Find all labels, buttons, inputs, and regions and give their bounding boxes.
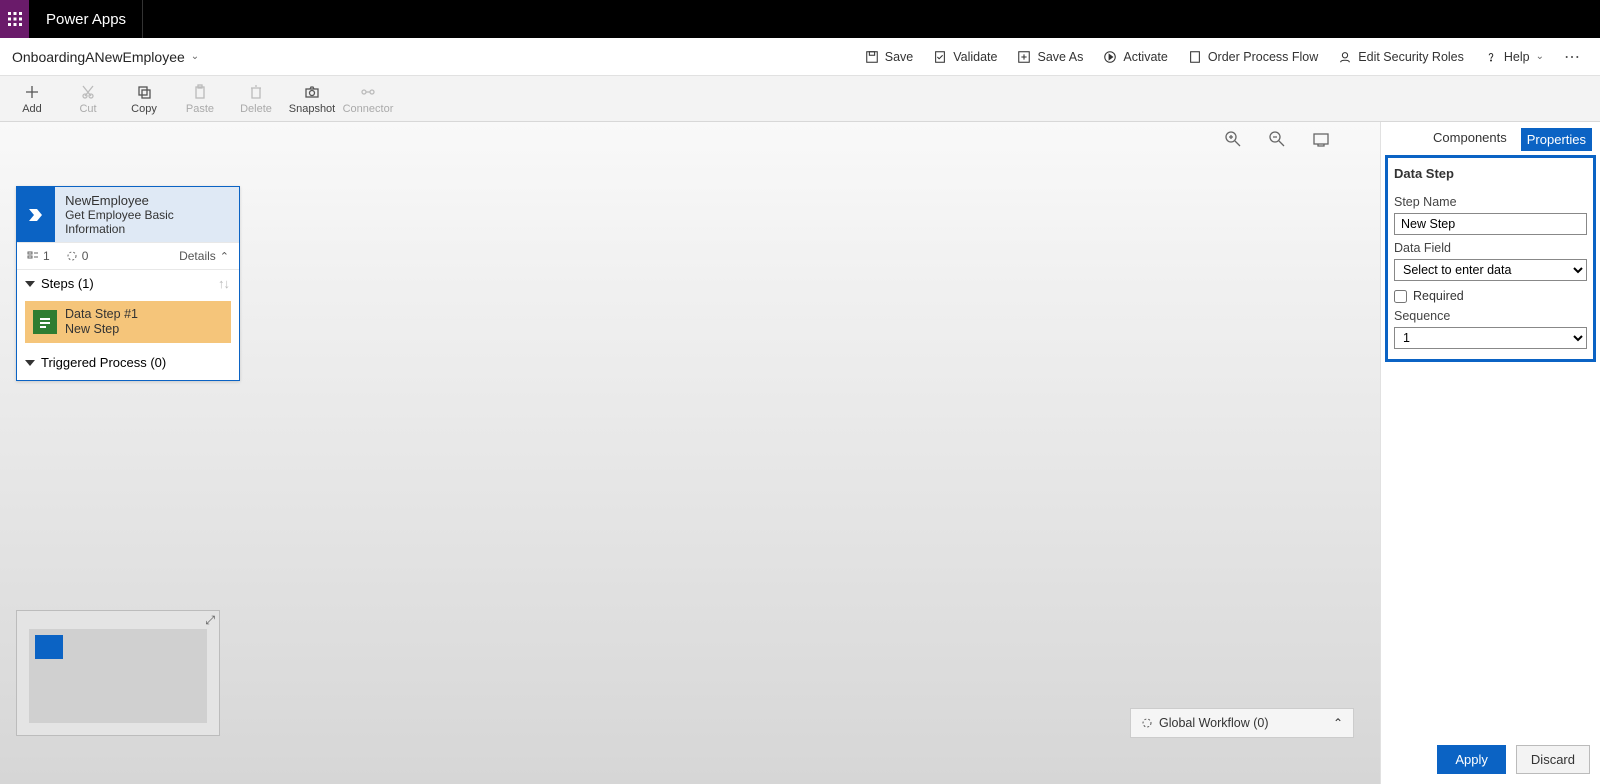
- activate-button[interactable]: Activate: [1093, 46, 1177, 68]
- right-panel: Components Properties Data Step Step Nam…: [1380, 122, 1600, 784]
- order-process-flow-button[interactable]: Order Process Flow: [1178, 46, 1328, 68]
- step-name-label: Step Name: [1394, 195, 1587, 209]
- minimap-stage-icon: [35, 635, 63, 659]
- command-bar: OnboardingANewEmployee ⌄ Save Validate S…: [0, 38, 1600, 76]
- panel-section-title: Data Step: [1394, 162, 1587, 189]
- step-title: Data Step #1: [65, 307, 138, 322]
- sequence-select[interactable]: 1: [1394, 327, 1587, 349]
- paste-button[interactable]: Paste: [172, 83, 228, 115]
- stage-chevron-icon: [17, 187, 55, 242]
- ribbon: Add Cut Copy Paste Delete Snapshot Conne…: [0, 76, 1600, 122]
- stage-header[interactable]: NewEmployee Get Employee Basic Informati…: [17, 187, 239, 242]
- minimap[interactable]: ⤢: [16, 610, 220, 736]
- step-reorder-arrows[interactable]: ↑↓: [218, 276, 229, 291]
- edit-security-roles-button[interactable]: Edit Security Roles: [1328, 46, 1474, 68]
- snapshot-button[interactable]: Snapshot: [284, 83, 340, 115]
- stage-details-toggle[interactable]: Details ⌃: [179, 249, 229, 263]
- zoom-in-icon[interactable]: [1224, 130, 1242, 148]
- app-launcher-icon[interactable]: [0, 0, 30, 38]
- tab-components[interactable]: Components: [1429, 128, 1511, 151]
- data-step-item[interactable]: Data Step #1 New Step: [25, 301, 231, 343]
- expand-triangle-icon: [25, 281, 35, 287]
- required-checkbox[interactable]: [1394, 290, 1407, 303]
- flow-name-label: OnboardingANewEmployee: [12, 49, 185, 65]
- stage-card[interactable]: NewEmployee Get Employee Basic Informati…: [16, 186, 240, 381]
- chevron-down-icon: ⌄: [1536, 51, 1544, 62]
- step-subtitle: New Step: [65, 322, 138, 337]
- expand-triangle-icon: [25, 360, 35, 366]
- stage-subtitle: Get Employee Basic Information: [65, 208, 229, 236]
- data-step-icon: [33, 310, 57, 334]
- stage-meta-row: 1 0 Details ⌃: [17, 242, 239, 269]
- steps-section-header[interactable]: Steps (1) ↑↓: [17, 269, 239, 297]
- required-checkbox-row[interactable]: Required: [1394, 289, 1587, 303]
- data-field-select[interactable]: Select to enter data: [1394, 259, 1587, 281]
- more-commands-button[interactable]: ⋯: [1554, 47, 1592, 67]
- titlebar: Power Apps: [0, 0, 1600, 38]
- properties-panel-body: Data Step Step Name Data Field Select to…: [1385, 155, 1596, 362]
- stage-process-count: 0: [66, 249, 89, 263]
- save-as-button[interactable]: Save As: [1007, 46, 1093, 68]
- copy-button[interactable]: Copy: [116, 83, 172, 115]
- chevron-down-icon: ⌄: [191, 51, 199, 62]
- triggered-process-section[interactable]: Triggered Process (0): [17, 347, 239, 380]
- global-workflow-bar[interactable]: Global Workflow (0) ⌃: [1130, 708, 1354, 738]
- stage-title-box: NewEmployee Get Employee Basic Informati…: [55, 187, 239, 242]
- canvas-zoom-tools: [1224, 130, 1330, 148]
- connector-button[interactable]: Connector: [340, 83, 396, 115]
- save-button[interactable]: Save: [855, 46, 924, 68]
- workflow-icon: [1141, 717, 1153, 729]
- canvas[interactable]: NewEmployee Get Employee Basic Informati…: [0, 122, 1600, 784]
- zoom-out-icon[interactable]: [1268, 130, 1286, 148]
- stage-step-count: 1: [27, 249, 50, 263]
- validate-button[interactable]: Validate: [923, 46, 1007, 68]
- chevron-up-icon: ⌃: [220, 250, 229, 263]
- panel-footer: Apply Discard: [1381, 735, 1600, 784]
- data-field-label: Data Field: [1394, 241, 1587, 255]
- step-name-input[interactable]: [1394, 213, 1587, 235]
- panel-tabs: Components Properties: [1381, 122, 1600, 155]
- help-button[interactable]: Help⌄: [1474, 46, 1554, 68]
- minimap-expand-icon[interactable]: ⤢: [205, 613, 215, 628]
- add-button[interactable]: Add: [4, 83, 60, 115]
- cut-button[interactable]: Cut: [60, 83, 116, 115]
- apply-button[interactable]: Apply: [1437, 745, 1506, 774]
- stage-title: NewEmployee: [65, 193, 229, 208]
- fit-screen-icon[interactable]: [1312, 130, 1330, 148]
- sequence-label: Sequence: [1394, 309, 1587, 323]
- chevron-up-icon[interactable]: ⌃: [1333, 716, 1343, 730]
- app-title: Power Apps: [30, 0, 143, 38]
- tab-properties[interactable]: Properties: [1521, 128, 1592, 151]
- flow-name-dropdown[interactable]: OnboardingANewEmployee ⌄: [8, 49, 199, 65]
- delete-button[interactable]: Delete: [228, 83, 284, 115]
- discard-button[interactable]: Discard: [1516, 745, 1590, 774]
